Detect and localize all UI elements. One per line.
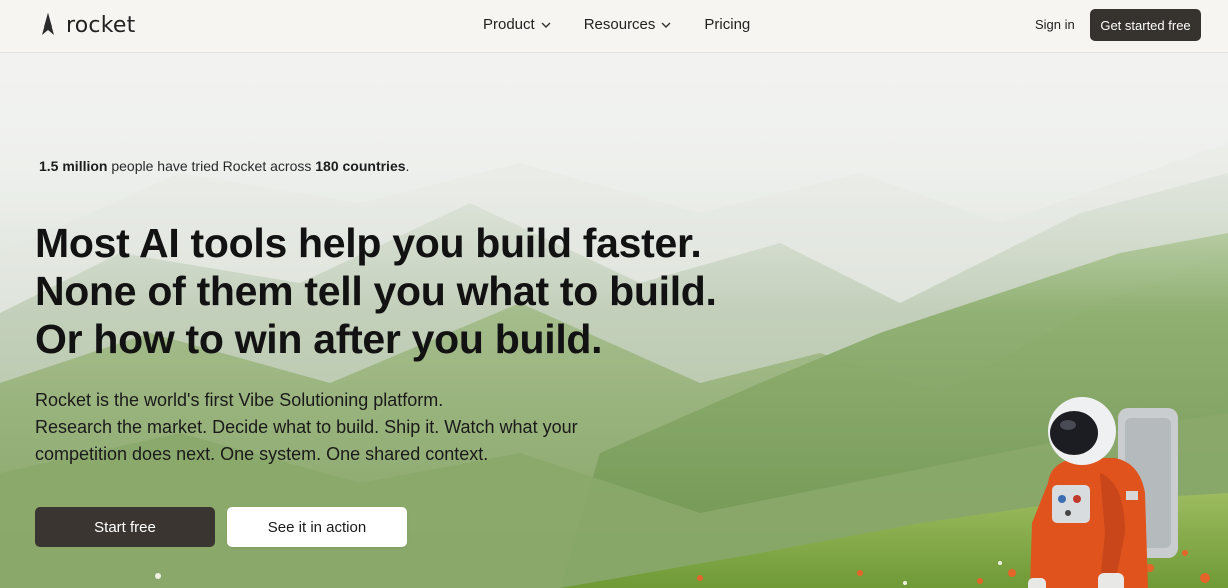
start-free-button[interactable]: Start free — [35, 507, 215, 547]
get-started-free-button[interactable]: Get started free — [1090, 9, 1201, 41]
see-it-in-action-button[interactable]: See it in action — [227, 507, 407, 547]
brand-name: rocket — [66, 12, 136, 38]
headline-line-2: None of them tell you what to build. — [35, 268, 717, 314]
nav-pricing[interactable]: Pricing — [704, 16, 750, 33]
brand-logo[interactable]: rocket — [34, 11, 135, 39]
subtext-line-3: competition does next. One system. One s… — [35, 444, 489, 464]
stat-end-text: . — [405, 158, 410, 174]
chevron-down-icon — [661, 22, 671, 28]
subtext-line-1: Rocket is the world's first Vibe Solutio… — [35, 390, 444, 410]
headline-line-1: Most AI tools help you build faster. — [35, 220, 702, 266]
subtext-line-2: Research the market. Decide what to buil… — [35, 417, 578, 437]
rocket-logo-icon — [42, 13, 54, 35]
nav-pricing-label: Pricing — [704, 16, 751, 33]
nav-resources[interactable]: Resources — [584, 16, 672, 33]
nav-resources-label: Resources — [583, 16, 656, 33]
countries-count: 180 countries — [315, 158, 406, 174]
users-count: 1.5 million — [39, 158, 108, 174]
headline-line-3: Or how to win after you build. — [35, 316, 603, 362]
hero-subtext: Rocket is the world's first Vibe Solutio… — [35, 387, 578, 468]
stat-middle-text: people have tried Rocket across — [107, 158, 316, 174]
chevron-down-icon — [541, 22, 551, 28]
hero-headline: Most AI tools help you build faster. Non… — [35, 219, 717, 363]
nav-product-label: Product — [483, 16, 535, 33]
nav-product[interactable]: Product — [483, 16, 551, 33]
primary-nav: Product Resources Pricing — [483, 16, 783, 33]
top-navbar: rocket Product Resources Pricing Sign in… — [0, 0, 1228, 53]
social-proof-stat: 1.5 million people have tried Rocket acr… — [39, 158, 409, 174]
sign-in-link[interactable]: Sign in — [1035, 17, 1075, 32]
